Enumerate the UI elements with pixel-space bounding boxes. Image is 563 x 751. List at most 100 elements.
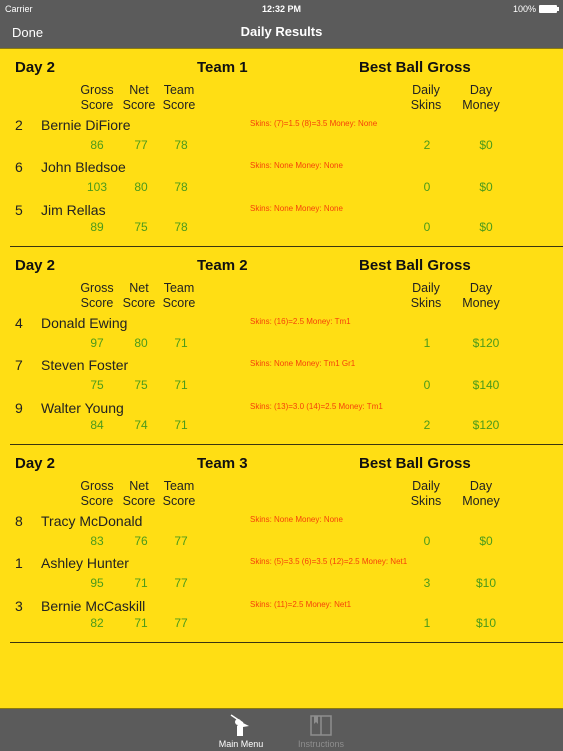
battery-percent: 100%: [512, 4, 536, 14]
net-score: 77: [134, 138, 148, 152]
daily-skins: 0: [423, 378, 431, 392]
net-score: 76: [134, 534, 148, 548]
daily-skins: 2: [423, 138, 431, 152]
header-day-money: Day Money: [462, 479, 500, 508]
book-icon: [310, 715, 332, 736]
header-daily-skins: Daily Skins: [410, 281, 442, 310]
team-score: 77: [174, 616, 188, 630]
gross-score: 83: [90, 534, 104, 548]
team-label: Team 2: [197, 257, 248, 274]
day-money: $0: [479, 534, 493, 548]
player-number: 2: [15, 117, 23, 133]
navigation-bar: Done Daily Results: [0, 18, 563, 49]
day-money: $0: [479, 220, 493, 234]
header-team-score: Team Score: [162, 479, 196, 508]
header-day-money: Day Money: [462, 83, 500, 112]
player-row: 7 Steven Foster Skins: None Money: Tm1 G…: [0, 357, 563, 399]
player-row: 3 Bernie McCaskill Skins: (11)=2.5 Money…: [0, 598, 563, 640]
status-bar: Carrier 12:32 PM 100%: [0, 0, 563, 18]
header-team-score: Team Score: [162, 83, 196, 112]
gross-score: 86: [90, 138, 104, 152]
daily-skins: 0: [423, 220, 431, 234]
net-score: 80: [134, 180, 148, 194]
player-name: Donald Ewing: [41, 315, 128, 331]
header-gross-score: Gross Score: [80, 281, 114, 310]
day-label: Day 2: [15, 59, 56, 76]
net-score: 75: [134, 220, 148, 234]
net-score: 71: [134, 576, 148, 590]
golfer-icon: [230, 714, 249, 736]
player-row: 6 John Bledsoe Skins: None Money: None 1…: [0, 159, 563, 201]
team-section: Day 2 Team 2 Best Ball Gross Gross Score …: [0, 247, 563, 445]
tab-bar: Main Menu Instructions: [0, 708, 563, 751]
player-number: 6: [15, 159, 23, 175]
header-day-money: Day Money: [462, 281, 500, 310]
player-name: Walter Young: [41, 400, 124, 416]
page-title: Daily Results: [240, 24, 323, 39]
header-gross-score: Gross Score: [80, 479, 114, 508]
tab-instructions[interactable]: Instructions: [286, 713, 356, 749]
gross-score: 84: [90, 418, 104, 432]
gross-score: 89: [90, 220, 104, 234]
daily-skins: 0: [423, 534, 431, 548]
player-note: Skins: None Money: Tm1 Gr1: [250, 359, 356, 368]
tab-label: Main Menu: [218, 739, 264, 749]
team-score: 71: [174, 336, 188, 350]
player-number: 9: [15, 400, 23, 416]
player-row: 8 Tracy McDonald Skins: None Money: None…: [0, 513, 563, 555]
gross-score: 95: [90, 576, 104, 590]
team-score: 78: [174, 180, 188, 194]
header-gross-score: Gross Score: [80, 83, 114, 112]
tab-label: Instructions: [297, 739, 345, 749]
team-score: 71: [174, 418, 188, 432]
player-row: 4 Donald Ewing Skins: (16)=2.5 Money: Tm…: [0, 315, 563, 357]
status-time: 12:32 PM: [261, 4, 302, 14]
net-score: 75: [134, 378, 148, 392]
player-name: Bernie McCaskill: [41, 598, 146, 614]
header-net-score: Net Score: [122, 281, 156, 310]
net-score: 71: [134, 616, 148, 630]
player-note: Skins: (13)=3.0 (14)=2.5 Money: Tm1: [250, 402, 383, 411]
player-number: 4: [15, 315, 23, 331]
gross-score: 75: [90, 378, 104, 392]
tab-main-menu[interactable]: Main Menu: [206, 713, 276, 749]
player-row: 1 Ashley Hunter Skins: (5)=3.5 (6)=3.5 (…: [0, 555, 563, 597]
team-score: 77: [174, 576, 188, 590]
header-net-score: Net Score: [122, 479, 156, 508]
results-list[interactable]: Day 2 Team 1 Best Ball Gross Gross Score …: [0, 49, 563, 708]
player-name: Tracy McDonald: [41, 513, 143, 529]
day-label: Day 2: [15, 455, 56, 472]
format-label: Best Ball Gross: [359, 455, 471, 472]
team-score: 71: [174, 378, 188, 392]
header-net-score: Net Score: [122, 83, 156, 112]
net-score: 74: [134, 418, 148, 432]
daily-skins: 2: [423, 418, 431, 432]
player-number: 3: [15, 598, 23, 614]
team-score: 77: [174, 534, 188, 548]
day-money: $120: [472, 336, 500, 350]
daily-skins: 1: [423, 616, 431, 630]
player-note: Skins: None Money: None: [250, 515, 343, 524]
gross-score: 103: [86, 180, 108, 194]
daily-skins: 1: [423, 336, 431, 350]
team-section: Day 2 Team 3 Best Ball Gross Gross Score …: [0, 445, 563, 643]
player-name: Bernie DiFiore: [41, 117, 131, 133]
player-row: 5 Jim Rellas Skins: None Money: None 89 …: [0, 202, 563, 244]
team-score: 78: [174, 220, 188, 234]
team-label: Team 1: [197, 59, 248, 76]
player-note: Skins: None Money: None: [250, 161, 343, 170]
battery-indicator: 100%: [512, 4, 559, 14]
section-divider: [10, 642, 563, 643]
player-name: Steven Foster: [41, 357, 129, 373]
net-score: 80: [134, 336, 148, 350]
player-note: Skins: (11)=2.5 Money: Net1: [250, 600, 352, 609]
player-note: Skins: (16)=2.5 Money: Tm1: [250, 317, 351, 326]
day-money: $0: [479, 138, 493, 152]
player-row: 9 Walter Young Skins: (13)=3.0 (14)=2.5 …: [0, 400, 563, 442]
day-money: $10: [475, 576, 497, 590]
player-note: Skins: None Money: None: [250, 204, 343, 213]
gross-score: 97: [90, 336, 104, 350]
format-label: Best Ball Gross: [359, 59, 471, 76]
header-daily-skins: Daily Skins: [410, 479, 442, 508]
format-label: Best Ball Gross: [359, 257, 471, 274]
